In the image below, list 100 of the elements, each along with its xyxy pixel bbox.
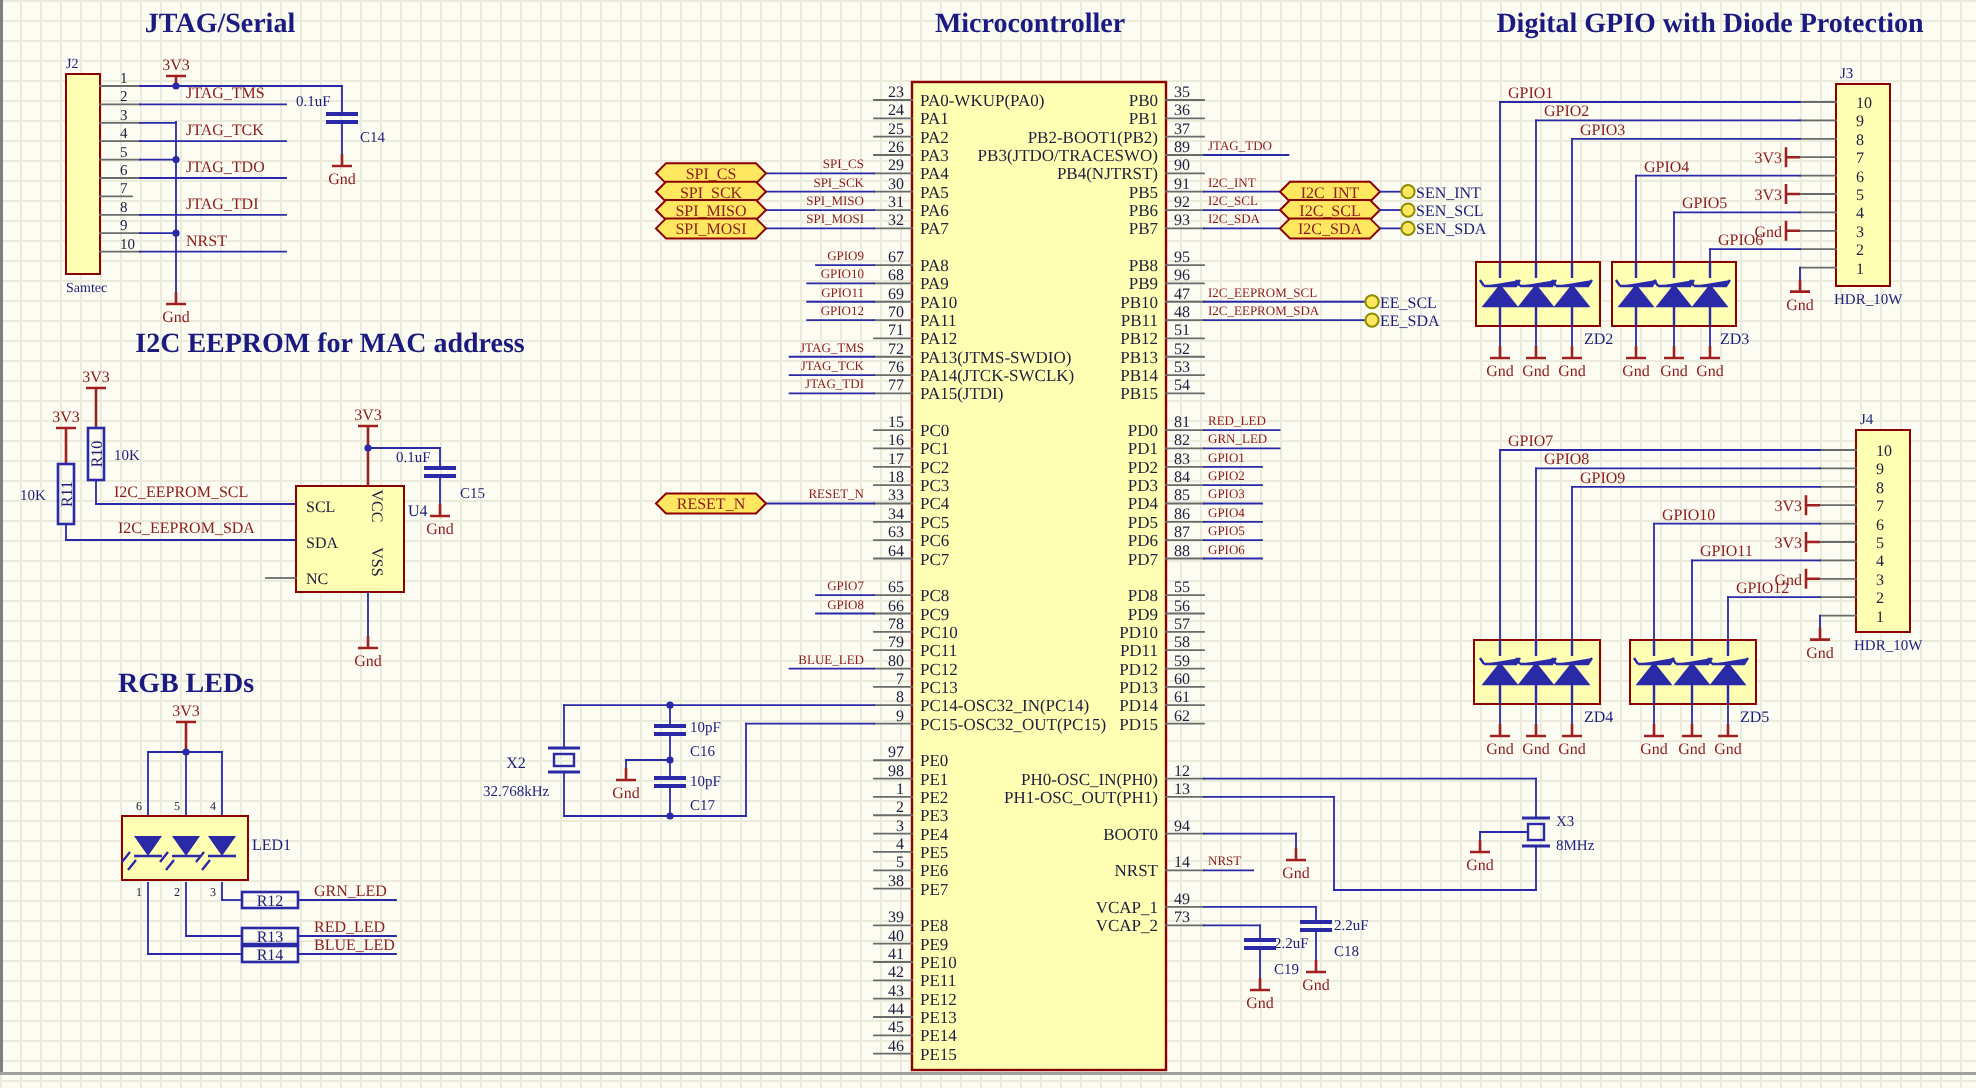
pin-number: 78 — [888, 614, 904, 633]
pin-number: 8 — [1856, 130, 1864, 149]
pin-number: 64 — [888, 541, 904, 560]
pin-name: PB2-BOOT1(PB2) — [1027, 126, 1158, 147]
pin-number: 70 — [888, 303, 904, 322]
pin-name: PA14(JTCK-SWCLK) — [920, 365, 1075, 386]
pin-name: PB9 — [1128, 273, 1158, 294]
net-label: NRST — [186, 231, 227, 250]
pin-name: PA2 — [920, 126, 949, 147]
pin-number: 3 — [1876, 570, 1884, 589]
ground-label: Gnd — [1640, 740, 1668, 758]
pin-name: PD10 — [1119, 621, 1158, 642]
pin-name: VCAP_1 — [1095, 896, 1158, 917]
designator: ZD3 — [1720, 330, 1750, 348]
pin-name: PD1 — [1127, 438, 1158, 459]
pin-number: 4 — [1876, 552, 1884, 571]
pin-name: PD15 — [1119, 713, 1158, 734]
net-label: EE_SCL — [1380, 293, 1437, 312]
pin-name: PD11 — [1119, 640, 1158, 661]
pin-number: 88 — [1174, 541, 1190, 560]
net-label: JTAG_TDO — [186, 158, 265, 176]
ground-label: Gnd — [1558, 362, 1586, 380]
pin-number: 44 — [888, 1000, 904, 1018]
pin-name: PC10 — [920, 621, 958, 642]
pin-number: 18 — [888, 468, 904, 487]
pin-name: PE13 — [920, 1007, 957, 1027]
pin-number: 83 — [1174, 449, 1190, 468]
pin-number: 2 — [1876, 589, 1884, 608]
net-label: GPIO2 — [1544, 102, 1590, 121]
pin-number: 1 — [896, 779, 904, 798]
pin-number: 9 — [1876, 460, 1884, 479]
pin-number: 57 — [1174, 614, 1190, 633]
pin-number: 26 — [888, 138, 904, 156]
resistor-symbol: R11 — [56, 462, 76, 526]
designator: ZD2 — [1584, 330, 1614, 348]
pin-number: 98 — [888, 761, 904, 780]
pin-number: 55 — [1174, 578, 1190, 597]
pin-number: 68 — [888, 266, 904, 285]
net-label: EE_SDA — [1380, 312, 1440, 331]
pin-name: PE7 — [920, 878, 949, 899]
pin-number: 66 — [888, 596, 904, 615]
pin-number: 43 — [888, 981, 904, 1000]
pin-name: PC7 — [920, 548, 950, 569]
pin-number: 7 — [1876, 497, 1884, 516]
net-port: I2C_SCL — [1278, 199, 1382, 222]
pin-name: PD9 — [1127, 603, 1158, 624]
pin-name: PC15-OSC32_OUT(PC15) — [920, 713, 1107, 734]
pin-number: 14 — [1174, 853, 1190, 872]
pin-name: PB0 — [1128, 90, 1158, 110]
pin-number: 73 — [1174, 908, 1190, 927]
pin-number: 34 — [888, 504, 904, 523]
ground-label: Gnd — [1486, 740, 1514, 758]
pin-name: PB4(NJTRST) — [1056, 163, 1158, 184]
pin-number: 7 — [896, 669, 904, 688]
pin-number: 5 — [896, 853, 904, 872]
pin-name: PE1 — [920, 768, 949, 789]
power-label: 3V3 — [1774, 534, 1802, 552]
pin-name: PC1 — [920, 438, 950, 459]
pin-name: PB5 — [1128, 181, 1158, 202]
pin-number: 13 — [1174, 779, 1190, 798]
pin-number: 23 — [888, 83, 904, 101]
net-label: JTAG_TDI — [186, 194, 259, 213]
ground-label: Gnd — [1660, 362, 1688, 380]
pin-number: 2 — [1856, 241, 1864, 260]
pin-name: NC — [306, 570, 329, 588]
pin-number: 6 — [1876, 515, 1884, 534]
pin-name: VCC — [368, 489, 386, 523]
pin-number: 77 — [888, 376, 904, 395]
pin-name: PD12 — [1119, 658, 1158, 679]
pin-number: 45 — [888, 1018, 904, 1037]
ground-label: Gnd — [1678, 740, 1706, 758]
designator: ZD4 — [1584, 708, 1614, 726]
pin-number: 6 — [1856, 167, 1864, 186]
pin-number: 5 — [1876, 534, 1884, 552]
pin-number: 86 — [1174, 504, 1190, 523]
pin-name: PC5 — [920, 511, 950, 532]
pin-name: PD0 — [1127, 420, 1158, 441]
pin-name: PA8 — [920, 255, 949, 276]
pin-name: VCAP_2 — [1095, 915, 1158, 936]
pin-name: PC12 — [920, 658, 958, 679]
pin-number: 56 — [1174, 596, 1190, 615]
pin-name: PA7 — [920, 218, 949, 239]
pin-number: 4 — [1856, 204, 1864, 223]
ground-label: Gnd — [1466, 856, 1494, 874]
pin-name: PA1 — [920, 108, 949, 129]
pin-number: 35 — [1174, 83, 1190, 101]
pin-name: PE9 — [920, 933, 949, 954]
pin-name: PD5 — [1127, 511, 1158, 532]
pin-name: PD6 — [1127, 530, 1158, 551]
pin-number: 1 — [1876, 607, 1884, 626]
pin-name: PD2 — [1127, 456, 1158, 477]
section-title: JTAG/Serial — [144, 10, 296, 40]
pin-number: 94 — [1174, 816, 1190, 835]
pin-name: PC3 — [920, 475, 950, 496]
pin-number: 12 — [1174, 761, 1190, 780]
section-title: I2C EEPROM for MAC address — [135, 330, 525, 360]
pin-name: PE2 — [920, 786, 949, 807]
pin-name: PH1-OSC_OUT(PH1) — [1004, 786, 1158, 807]
pin-number: 69 — [888, 284, 904, 303]
pin-number: 95 — [1174, 248, 1190, 267]
